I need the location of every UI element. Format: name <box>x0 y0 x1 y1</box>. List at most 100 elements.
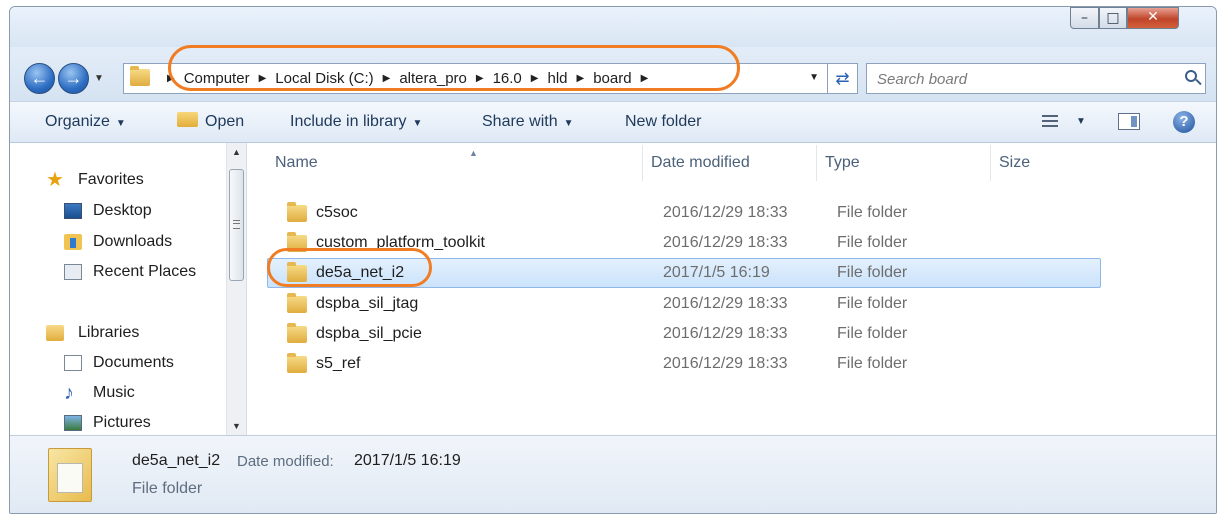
nav-favorites-label: Favorites <box>78 171 144 188</box>
recent-locations-dropdown[interactable]: ▼ <box>94 73 104 84</box>
details-date-value: 2017/1/5 16:19 <box>354 452 461 469</box>
command-bar: Organize ▼ Open Include in library ▼ Share… <box>10 101 1216 143</box>
open-button[interactable]: Open <box>177 102 244 142</box>
file-name: de5a_net_i2 <box>316 264 405 281</box>
scrollbar-thumb[interactable] <box>229 169 244 281</box>
nav-item-music[interactable]: ♪ Music <box>64 381 135 405</box>
file-date: 2016/12/29 18:33 <box>663 355 788 372</box>
include-in-library-menu[interactable]: Include in library ▼ <box>290 102 422 142</box>
close-button[interactable]: ✕ <box>1127 7 1179 29</box>
organize-menu[interactable]: Organize ▼ <box>45 102 126 142</box>
open-folder-icon <box>177 112 198 128</box>
nav-item-desktop[interactable]: Desktop <box>64 199 152 223</box>
nav-item-label: Recent Places <box>93 263 197 280</box>
forward-button[interactable]: → <box>58 63 89 94</box>
folder-icon <box>287 262 307 282</box>
refresh-button[interactable]: ⇄ <box>828 63 858 94</box>
scroll-down-icon[interactable]: ▼ <box>227 417 246 435</box>
new-folder-button[interactable]: New folder <box>625 102 701 142</box>
maximize-icon: □ <box>1106 10 1120 26</box>
share-with-menu[interactable]: Share with ▼ <box>482 102 574 142</box>
minimize-button[interactable]: – <box>1070 7 1099 29</box>
file-name: c5soc <box>316 204 358 221</box>
breadcrumb-board[interactable]: board <box>593 70 631 87</box>
address-bar[interactable]: ▶ Computer ▶ Local Disk (C:) ▶ altera_pr… <box>123 63 828 94</box>
column-header-type[interactable]: Type <box>817 145 991 181</box>
libraries-icon <box>46 325 64 341</box>
sort-ascending-icon: ▲ <box>469 148 478 158</box>
navigation-pane: ★ Favorites Desktop Downloads Recent Pla… <box>10 143 246 435</box>
folder-thumbnail-icon <box>48 448 92 502</box>
folder-icon <box>287 232 307 252</box>
file-date: 2016/12/29 18:33 <box>663 325 788 342</box>
desktop-icon <box>64 203 82 219</box>
address-history-dropdown[interactable]: ▼ <box>809 72 819 83</box>
nav-pane-scrollbar[interactable]: ▲ ▼ <box>226 143 246 435</box>
nav-libraries-label: Libraries <box>78 324 140 341</box>
title-bar: – □ ✕ <box>10 7 1216 47</box>
chevron-right-icon[interactable]: ▶ <box>259 73 267 84</box>
file-date: 2016/12/29 18:33 <box>663 234 788 251</box>
details-date-label: Date modified: <box>237 453 334 470</box>
breadcrumb-local-disk[interactable]: Local Disk (C:) <box>275 70 373 87</box>
file-row[interactable]: custom_platform_toolkit 2016/12/29 18:33… <box>267 228 1101 258</box>
chevron-right-icon[interactable]: ▶ <box>531 73 539 84</box>
scroll-up-icon[interactable]: ▲ <box>227 143 246 161</box>
column-header-date-modified[interactable]: Date modified <box>643 145 817 181</box>
chevron-right-icon[interactable]: ▶ <box>641 73 649 84</box>
file-row-selected[interactable]: de5a_net_i2 2017/1/5 16:19 File folder <box>267 258 1101 288</box>
chevron-right-icon[interactable]: ▶ <box>383 73 391 84</box>
minimize-icon: – <box>1081 10 1088 26</box>
address-folder-icon <box>130 66 150 86</box>
column-header-size[interactable]: Size <box>991 145 1101 181</box>
breadcrumb-hld[interactable]: hld <box>547 70 567 87</box>
documents-icon <box>64 355 82 371</box>
nav-favorites[interactable]: ★ Favorites <box>46 168 144 192</box>
search-input[interactable] <box>875 68 1179 90</box>
nav-item-documents[interactable]: Documents <box>64 351 174 375</box>
preview-pane-icon[interactable] <box>1118 113 1140 130</box>
column-label: Name <box>275 154 318 171</box>
open-label: Open <box>205 113 245 130</box>
share-with-label: Share with <box>482 113 558 130</box>
breadcrumb-16-0[interactable]: 16.0 <box>493 70 522 87</box>
explorer-window: – □ ✕ ← → ▼ ▶ Computer ▶ Local Disk (C:)… <box>9 6 1217 514</box>
view-options-dropdown[interactable]: ▼ <box>1076 102 1086 142</box>
folder-icon <box>287 353 307 373</box>
nav-item-downloads[interactable]: Downloads <box>64 230 172 254</box>
file-type: File folder <box>837 204 908 221</box>
breadcrumb: ▶ Computer ▶ Local Disk (C:) ▶ altera_pr… <box>158 64 657 93</box>
folder-icon <box>287 202 307 222</box>
file-row[interactable]: s5_ref 2016/12/29 18:33 File folder <box>267 349 1101 379</box>
chevron-right-icon[interactable]: ▶ <box>476 73 484 84</box>
maximize-button[interactable]: □ <box>1099 7 1127 29</box>
chevron-right-icon[interactable]: ▶ <box>167 73 175 84</box>
chevron-down-icon: ▼ <box>412 118 423 129</box>
help-icon[interactable]: ? <box>1173 111 1195 133</box>
column-label: Date modified <box>651 154 750 171</box>
close-icon: ✕ <box>1147 9 1159 25</box>
chevron-down-icon: ▼ <box>563 118 574 129</box>
navigation-bar: ← → ▼ ▶ Computer ▶ Local Disk (C:) ▶ alt… <box>10 47 1216 101</box>
file-row[interactable]: c5soc 2016/12/29 18:33 File folder <box>267 198 1101 228</box>
file-date: 2017/1/5 16:19 <box>663 264 770 281</box>
file-row[interactable]: dspba_sil_pcie 2016/12/29 18:33 File fol… <box>267 319 1101 349</box>
nav-item-pictures[interactable]: Pictures <box>64 411 151 435</box>
file-name: dspba_sil_pcie <box>316 325 422 342</box>
breadcrumb-altera-pro[interactable]: altera_pro <box>399 70 467 87</box>
chevron-right-icon[interactable]: ▶ <box>577 73 585 84</box>
search-icon[interactable] <box>1185 70 1197 82</box>
file-name: dspba_sil_jtag <box>316 295 419 312</box>
pictures-icon <box>64 415 82 431</box>
nav-item-recent-places[interactable]: Recent Places <box>64 260 196 284</box>
folder-icon <box>287 323 307 343</box>
details-type: File folder <box>132 480 203 497</box>
column-header-name[interactable]: Name ▲ <box>267 145 643 181</box>
file-name: custom_platform_toolkit <box>316 234 485 251</box>
breadcrumb-computer[interactable]: Computer <box>184 70 250 87</box>
file-row[interactable]: dspba_sil_jtag 2016/12/29 18:33 File fol… <box>267 289 1101 319</box>
back-button[interactable]: ← <box>24 63 55 94</box>
music-icon: ♪ <box>64 382 74 404</box>
nav-libraries[interactable]: Libraries <box>46 321 139 345</box>
change-view-icon[interactable] <box>1042 115 1058 128</box>
